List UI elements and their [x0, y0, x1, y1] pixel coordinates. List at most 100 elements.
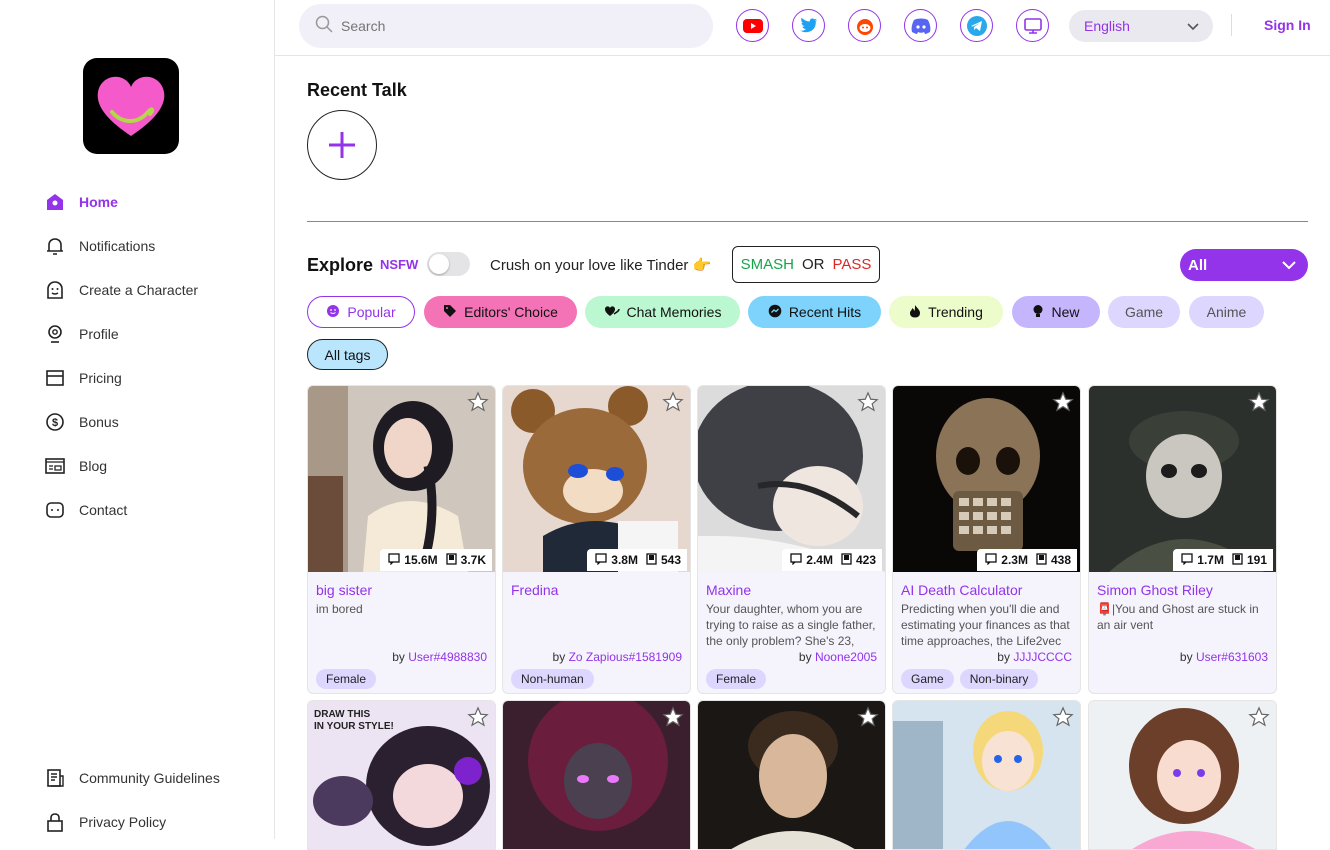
save-count: 3.7K — [460, 553, 486, 567]
smash-or-pass-button[interactable]: SMASH OR PASS — [732, 246, 880, 283]
tag-trending-label: Trending — [928, 304, 983, 320]
smile-icon — [326, 304, 340, 321]
nav-contact[interactable]: Contact — [44, 488, 264, 532]
filter-label: All — [1188, 256, 1208, 274]
favorite-star-icon[interactable] — [1248, 706, 1270, 728]
character-name: Maxine — [706, 582, 752, 598]
explore-title: Explore — [307, 255, 374, 275]
favorite-star-icon[interactable] — [857, 391, 879, 413]
author-link[interactable]: JJJJCCCC — [1013, 650, 1072, 664]
comment-icon — [1181, 552, 1193, 568]
favorite-star-icon[interactable] — [1052, 391, 1074, 413]
character-card[interactable] — [1088, 700, 1277, 850]
tag-all-tags[interactable]: All tags — [307, 339, 388, 370]
favorite-star-icon[interactable] — [467, 391, 489, 413]
character-card[interactable] — [892, 700, 1081, 850]
tag-anime[interactable]: Anime — [1189, 296, 1264, 328]
card-tag[interactable]: Non-human — [511, 669, 594, 689]
document-icon — [44, 767, 66, 789]
author-link[interactable]: Noone2005 — [815, 650, 877, 664]
nav-create-character[interactable]: Create a Character — [44, 268, 264, 312]
svg-text:$: $ — [52, 417, 58, 429]
favorite-star-icon[interactable] — [662, 706, 684, 728]
character-card[interactable]: 15.6M 3.7K big sister im bored by User#4… — [307, 385, 496, 694]
character-card[interactable] — [502, 700, 691, 850]
search-input[interactable] — [341, 18, 681, 34]
home-icon — [44, 191, 66, 213]
favorite-star-icon[interactable] — [662, 391, 684, 413]
author-link[interactable]: User#4988830 — [408, 650, 487, 664]
smash-label: SMASH — [740, 256, 794, 273]
language-select[interactable]: English — [1069, 10, 1213, 42]
sign-in-link[interactable]: Sign In — [1264, 17, 1311, 33]
tag-new[interactable]: New — [1012, 296, 1100, 328]
comment-icon — [790, 552, 802, 568]
nav-privacy-policy-label: Privacy Policy — [79, 814, 167, 830]
comment-icon — [985, 552, 997, 568]
main-nav: Home Notifications Create a Character Pr… — [44, 180, 264, 532]
heart-logo-icon — [97, 76, 165, 136]
app-logo[interactable] — [83, 58, 179, 154]
toggle-knob — [429, 254, 449, 274]
character-card[interactable]: DRAW THIS IN YOUR STYLE! — [307, 700, 496, 850]
pass-label: PASS — [832, 256, 872, 273]
nav-profile[interactable]: Profile — [44, 312, 264, 356]
youtube-icon[interactable] — [736, 9, 769, 42]
twitter-icon[interactable] — [792, 9, 825, 42]
book-icon — [646, 552, 657, 568]
hearts-chat-icon — [604, 304, 620, 321]
tag-game[interactable]: Game — [1108, 296, 1180, 328]
tag-chat-memories[interactable]: Chat Memories — [585, 296, 740, 328]
chat-count: 1.7M — [1197, 553, 1224, 567]
character-card[interactable] — [697, 700, 886, 850]
category-filter-select[interactable]: All — [1180, 249, 1308, 281]
by-label: by — [392, 650, 405, 664]
lock-icon — [44, 811, 66, 833]
by-label: by — [552, 650, 566, 664]
discord-icon[interactable] — [904, 9, 937, 42]
reddit-icon[interactable] — [848, 9, 881, 42]
telegram-icon[interactable] — [960, 9, 993, 42]
nav-community-guidelines[interactable]: Community Guidelines — [44, 756, 264, 800]
tag-editors-choice[interactable]: Editors' Choice — [424, 296, 577, 328]
tag-popular[interactable]: Popular — [307, 296, 415, 328]
character-card[interactable]: 1.7M 191 Simon Ghost Riley 📮|You and Gho… — [1088, 385, 1277, 694]
author-line: by JJJJCCCC — [997, 650, 1072, 664]
tag-all-tags-label: All tags — [324, 346, 371, 363]
nav-pricing[interactable]: Pricing — [44, 356, 264, 400]
character-card[interactable]: 3.8M 543 Fredina by Zo Zapious#1581909 N… — [502, 385, 691, 694]
author-link[interactable]: Zo Zapious#1581909 — [569, 650, 682, 664]
author-link[interactable]: User#631603 — [1196, 650, 1268, 664]
desktop-icon[interactable] — [1016, 9, 1049, 42]
character-name: AI Death Calculator — [901, 582, 1023, 598]
card-tag[interactable]: Non-binary — [959, 669, 1039, 689]
tag-icon — [443, 304, 457, 321]
favorite-star-icon[interactable] — [1248, 391, 1270, 413]
card-tag[interactable]: Female — [316, 669, 377, 689]
tag-trending[interactable]: Trending — [889, 296, 1003, 328]
tag-recent-hits[interactable]: Recent Hits — [748, 296, 881, 328]
card-tag[interactable]: Female — [706, 669, 767, 689]
nav-bonus[interactable]: $ Bonus — [44, 400, 264, 444]
character-description: 📮|You and Ghost are stuck in an air vent — [1097, 602, 1259, 632]
chat-icon — [44, 499, 66, 521]
author-line: by Zo Zapious#1581909 — [553, 650, 682, 664]
character-card[interactable]: 2.4M 423 Maxine Your daughter, whom you … — [697, 385, 886, 694]
nav-blog[interactable]: Blog — [44, 444, 264, 488]
author-line: by User#631603 — [1180, 650, 1268, 664]
card-tag[interactable]: Game — [901, 669, 954, 689]
by-label: by — [1179, 650, 1193, 664]
add-chat-button[interactable] — [307, 110, 377, 180]
character-card[interactable]: 2.3M 438 AI Death Calculator Predicting … — [892, 385, 1081, 694]
favorite-star-icon[interactable] — [1052, 706, 1074, 728]
character-name: Fredina — [511, 582, 559, 598]
recent-talk-title: Recent Talk — [307, 80, 407, 100]
nav-notifications[interactable]: Notifications — [44, 224, 264, 268]
favorite-star-icon[interactable] — [467, 706, 489, 728]
nsfw-toggle[interactable] — [427, 252, 470, 276]
search-box[interactable] — [299, 4, 713, 48]
favorite-star-icon[interactable] — [857, 706, 879, 728]
card-stats: 3.8M 543 — [587, 549, 687, 571]
nav-home[interactable]: Home — [44, 180, 264, 224]
nav-privacy-policy[interactable]: Privacy Policy — [44, 800, 264, 844]
